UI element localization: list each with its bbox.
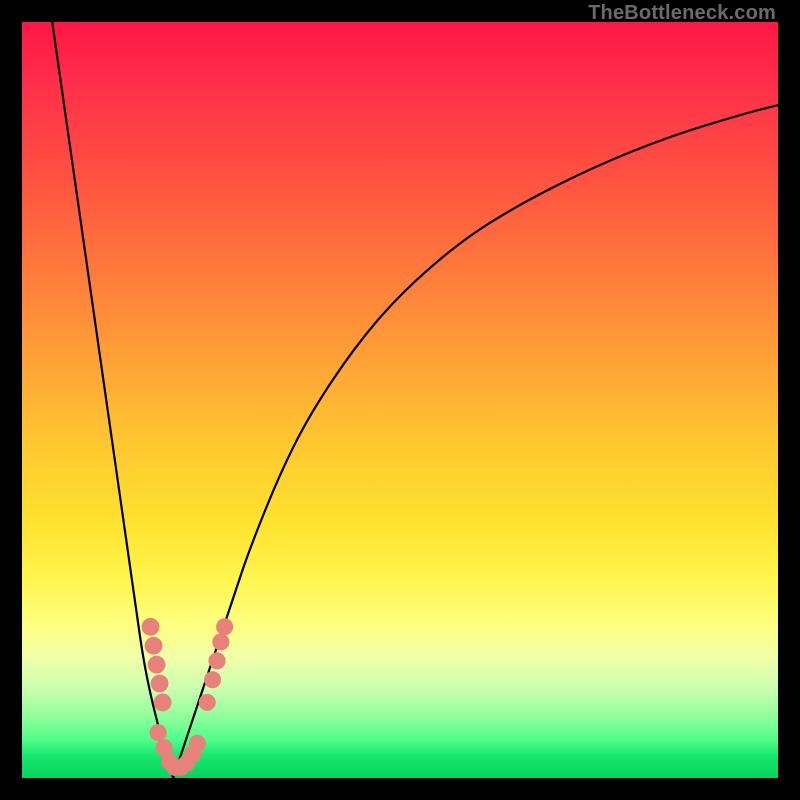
marker-point xyxy=(216,618,233,635)
marker-point xyxy=(204,671,221,688)
marker-point xyxy=(145,637,163,655)
marker-point xyxy=(189,735,206,752)
marker-point xyxy=(154,693,172,711)
marker-point xyxy=(199,694,216,711)
curve-right-branch xyxy=(173,105,778,778)
watermark-text: TheBottleneck.com xyxy=(588,2,776,25)
chart-frame: TheBottleneck.com xyxy=(0,0,800,800)
plot-area xyxy=(22,22,778,778)
marker-point xyxy=(151,675,169,693)
marker-point xyxy=(209,652,226,669)
marker-point xyxy=(150,724,167,741)
marker-point xyxy=(142,618,160,636)
data-markers xyxy=(142,618,234,776)
curve-layer xyxy=(22,22,778,778)
marker-point xyxy=(212,633,229,650)
marker-point xyxy=(148,656,166,674)
